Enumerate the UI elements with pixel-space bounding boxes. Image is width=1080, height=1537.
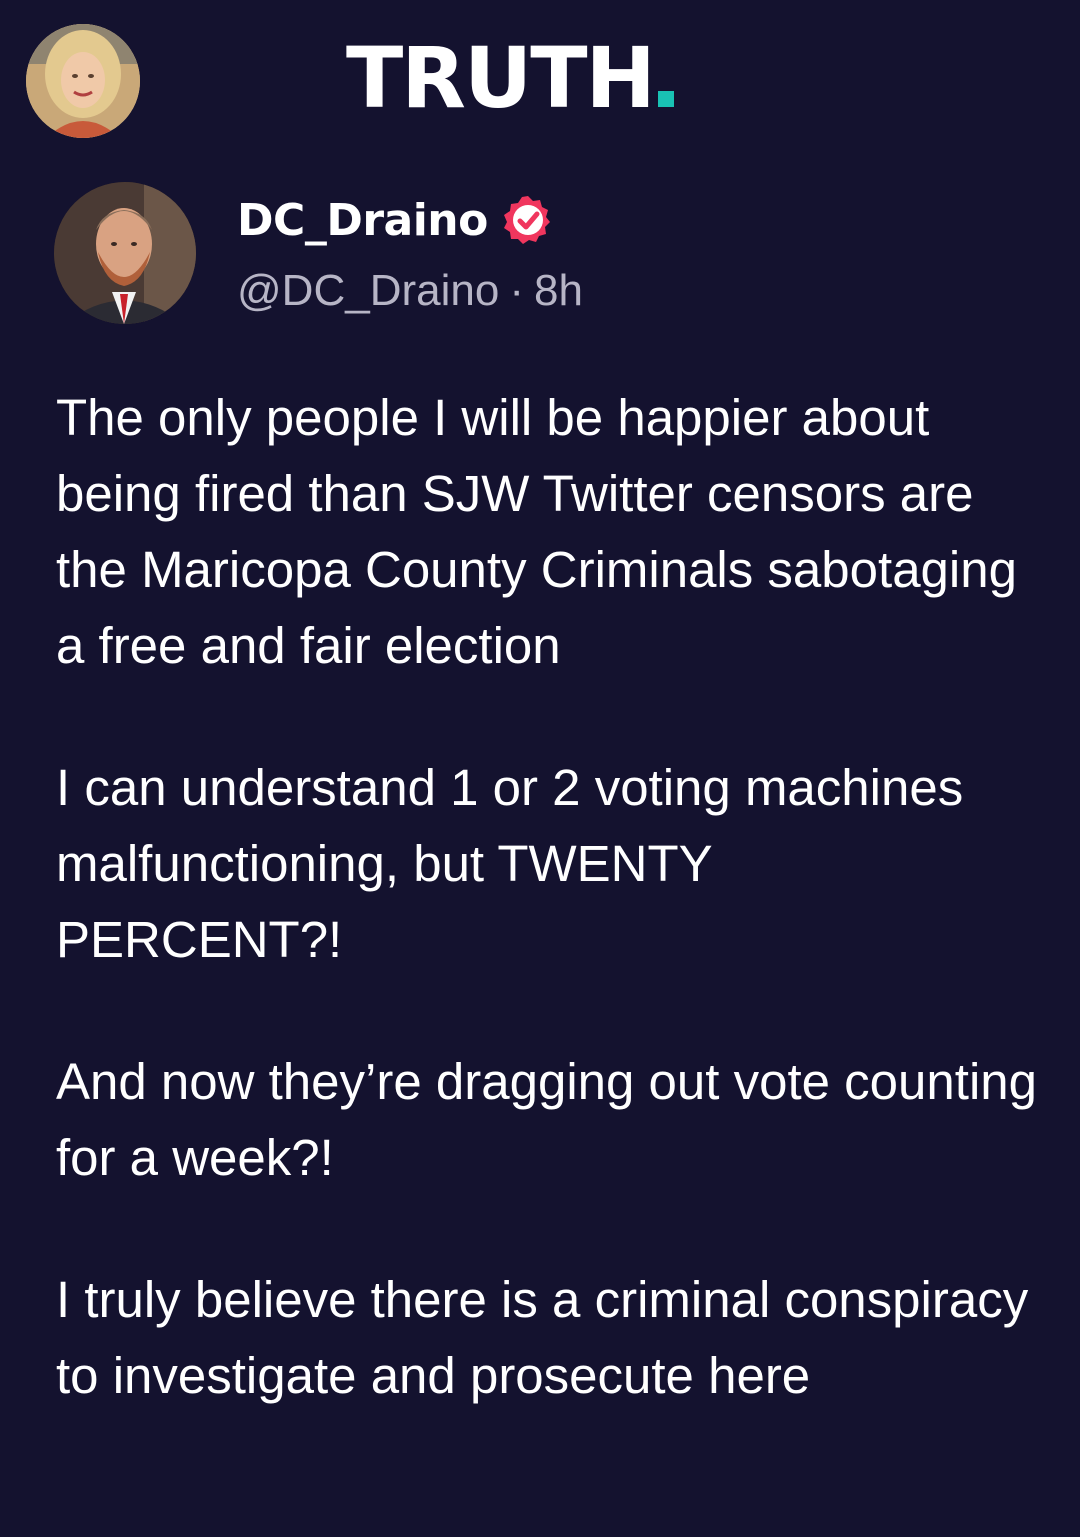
display-name-row: DC_Draino: [237, 192, 554, 248]
author-handle[interactable]: @DC_Draino: [237, 266, 499, 315]
truth-logo[interactable]: TRUTH: [346, 36, 674, 120]
post-paragraph: And now they’re dragging out vote counti…: [56, 1053, 1038, 1186]
author-avatar-icon: [54, 182, 196, 324]
post-timestamp[interactable]: 8h: [534, 266, 583, 315]
post-paragraph: I truly believe there is a criminal cons…: [56, 1271, 1029, 1404]
current-user-avatar[interactable]: [26, 24, 140, 138]
handle-row: @DC_Draino · 8h: [237, 266, 583, 316]
logo-accent-dot: [657, 91, 674, 107]
post-header: DC_Draino @DC_Draino · 8h: [54, 182, 1034, 332]
logo-text: TRUTH: [346, 29, 656, 127]
verified-badge-icon: [503, 196, 550, 244]
post-paragraph: I can understand 1 or 2 voting machines …: [56, 759, 964, 968]
author-avatar[interactable]: [54, 182, 196, 324]
top-bar: TRUTH: [0, 0, 1080, 160]
user-avatar-icon: [26, 24, 140, 138]
post-paragraph: The only people I will be happier about …: [56, 389, 1017, 674]
author-display-name[interactable]: DC_Draino: [237, 195, 488, 246]
post-body[interactable]: The only people I will be happier about …: [56, 380, 1046, 1414]
meta-separator: ·: [509, 266, 524, 315]
